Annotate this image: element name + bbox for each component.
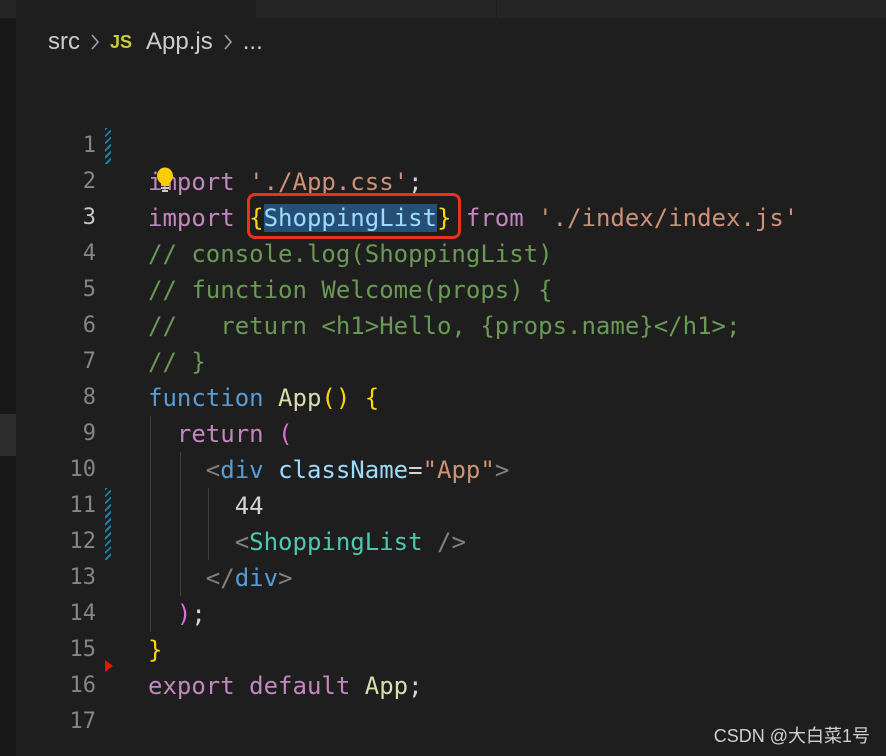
line-number: 5 [82,277,96,302]
line-number: 16 [69,673,97,698]
string-literal: './App.css' [249,168,409,196]
keyword-from: from [465,204,524,232]
breadcrumb-file[interactable]: App.js [146,28,213,56]
line-number-gutter: 1 2 3 4 5 6 7 8 9 10 11 12 13 14 15 16 1… [0,128,97,740]
code-line-6: // return <h1>Hello, {props.name}</h1>; [148,312,741,340]
code-line-16: export default App; [148,668,878,704]
keyword-return: return [176,420,264,448]
line-number: 17 [69,709,97,734]
identifier-app: App [364,672,409,700]
tag-lt-slash: </ [205,564,235,592]
semicolon: ; [408,672,423,700]
editor-tab-active[interactable] [16,0,256,18]
paren-open: ( [278,420,293,448]
tag-gt: > [494,456,510,484]
code-line-5: // function Welcome(props) { [148,276,553,304]
tag-self-close: /> [437,528,466,556]
code-line-7: // } [148,348,206,376]
tag-lt: < [234,528,250,556]
keyword-function: function [148,384,264,412]
line-number: 4 [82,241,96,266]
breadcrumb-folder[interactable]: src [48,28,80,56]
git-modified-marker[interactable] [105,488,111,560]
paren-close: ) [176,600,192,628]
string-literal: './index/index.js' [538,204,799,232]
tag-gt: > [278,564,293,592]
git-modified-marker[interactable] [105,128,111,164]
line-number: 2 [82,169,96,194]
lightbulb-icon[interactable] [154,166,176,194]
attribute-value: "App" [422,456,495,484]
code-line-10: <div className="App"> [148,452,878,488]
line-number: 6 [82,313,96,338]
semicolon: ; [408,168,423,196]
line-number: 14 [69,601,97,626]
chevron-right-icon [90,33,100,51]
tag-name: div [234,564,279,592]
keyword-export: export [148,672,235,700]
git-deleted-marker[interactable] [105,660,113,672]
jsx-text: 44 [234,492,264,520]
line-number-active: 3 [82,205,96,230]
line-number: 15 [69,637,97,662]
javascript-file-icon: JS [110,31,133,52]
line-number: 11 [69,493,97,518]
line-number: 12 [69,529,97,554]
breadcrumb-symbols[interactable]: ... [243,28,263,56]
code-line-8: function App() { [148,380,878,416]
brace-close: } [148,636,163,664]
keyword-default: default [249,672,351,700]
breadcrumb: src JS App.js ... [48,26,263,58]
watermark: CSDN @大白菜1号 [713,726,870,746]
annotation-highlight-box [247,193,461,239]
tag-lt: < [205,456,221,484]
chevron-right-icon [223,33,233,51]
line-number: 8 [82,385,96,410]
line-number: 13 [69,565,97,590]
tag-name: div [220,456,264,484]
code-line-14: ); [148,596,878,632]
line-number: 10 [69,457,97,482]
code-line-9: return ( [148,416,878,452]
code-line-4: // console.log(ShoppingList) [148,240,553,268]
line-number: 7 [82,349,96,374]
line-number: 9 [82,421,96,446]
brace-open: { [364,384,380,412]
code-line-15: } [148,632,878,668]
line-number: 1 [82,133,96,158]
keyword-import: import [148,204,235,232]
attribute-name: className [278,456,409,484]
parens: () [321,384,351,412]
code-line-12: <ShoppingList /> [148,524,878,560]
semicolon: ; [191,600,206,628]
code-line-13: </div> [148,560,878,596]
component-name: ShoppingList [249,528,423,556]
tab-separator [496,0,497,18]
equals: = [408,456,423,484]
function-name: App [278,384,322,412]
tab-bar [0,0,886,18]
code-line-11: 44 [148,488,878,524]
